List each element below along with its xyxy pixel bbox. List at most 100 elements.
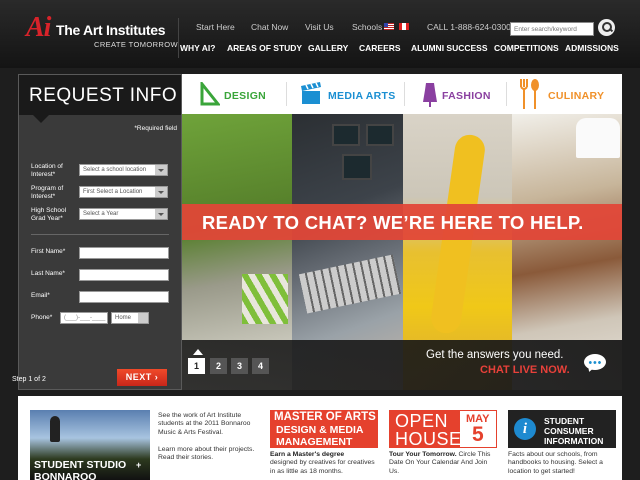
open-house-block: OPEN HOUSE: [390, 411, 462, 449]
student-studio-promo[interactable]: STUDENT STUDIO + BONNAROO: [30, 410, 150, 480]
tab-design-label: DESIGN: [224, 90, 267, 102]
tab-design[interactable]: DESIGN: [200, 74, 290, 114]
performer-figure: [50, 416, 60, 442]
nav-why-ai[interactable]: WHY AI?: [180, 43, 215, 53]
consumer-info-text: Facts about our schools, from handbooks …: [508, 451, 603, 475]
consumer-info-line3: INFORMATION: [544, 436, 604, 446]
form-divider: [31, 234, 169, 235]
hero-cta-text: Get the answers you need.: [426, 349, 564, 361]
dress-form-icon: [423, 83, 437, 107]
nav-admissions[interactable]: ADMISSIONS: [565, 43, 619, 53]
open-house-text: Tour Your Tomorrow. Circle This Date On …: [389, 451, 491, 475]
open-house-line2: HOUSE: [395, 429, 462, 449]
request-info-panel: REQUEST INFO *Required field Location of…: [18, 74, 182, 390]
tab-fashion[interactable]: FASHION: [420, 74, 500, 114]
phone-label: Phone*: [31, 314, 53, 321]
last-name-field[interactable]: [79, 269, 169, 281]
first-name-label: First Name*: [31, 248, 66, 255]
pager-button-2[interactable]: 2: [210, 358, 227, 374]
tab-separator: [506, 82, 507, 106]
grad-year-label: High School Grad Year*: [31, 207, 67, 222]
tab-fashion-label: FASHION: [442, 90, 491, 102]
header-divider: [178, 18, 179, 58]
search-input[interactable]: [510, 22, 594, 36]
visit-us-link[interactable]: Visit Us: [305, 22, 334, 32]
step-indicator: Step 1 of 2: [12, 376, 46, 383]
consumer-info-line1: STUDENT: [544, 416, 585, 426]
clapperboard-icon: [301, 82, 321, 104]
open-house-day: 5: [472, 423, 484, 446]
nav-careers[interactable]: CAREERS: [359, 43, 401, 53]
chat-now-link[interactable]: Chat Now: [251, 22, 288, 32]
nav-gallery[interactable]: GALLERY: [308, 43, 348, 53]
pager-caret-icon: [193, 349, 203, 355]
logo-tagline: CREATE TOMORROW: [94, 40, 178, 49]
site-header: Ai The Art Institutes CREATE TOMORROW St…: [0, 0, 640, 68]
next-button[interactable]: NEXT ›: [117, 369, 167, 386]
master-title-line3: MANAGEMENT: [276, 436, 353, 448]
tab-media-arts[interactable]: MEDIA ARTS: [300, 74, 396, 114]
hero-photo-detail: [366, 124, 394, 146]
site-logo[interactable]: Ai The Art Institutes CREATE TOMORROW: [26, 12, 178, 50]
tab-culinary-label: CULINARY: [548, 90, 605, 102]
chevron-down-icon: [158, 213, 164, 216]
open-house-promo[interactable]: OPEN HOUSE MAY 5: [389, 410, 497, 449]
first-name-field[interactable]: [79, 247, 169, 259]
master-title-line2: DESIGN & MEDIA: [276, 424, 364, 436]
schools-link[interactable]: Schools: [352, 22, 382, 32]
request-info-header: REQUEST INFO: [19, 75, 181, 115]
nav-competitions[interactable]: COMPETITIONS: [494, 43, 559, 53]
hero-carousel[interactable]: READY TO CHAT? WE’RE HERE TO HELP. 1 2 3…: [182, 114, 622, 390]
pager-button-4[interactable]: 4: [252, 358, 269, 374]
student-studio-title: STUDENT STUDIO: [34, 459, 127, 471]
student-studio-text: See the work of Art Institute students a…: [158, 412, 255, 462]
consumer-info-promo[interactable]: i STUDENT CONSUMER INFORMATION: [508, 410, 616, 448]
nav-alumni-success[interactable]: ALUMNI SUCCESS: [411, 43, 488, 53]
location-select[interactable]: Select a school location: [79, 164, 168, 176]
pager-button-1[interactable]: 1: [188, 358, 205, 374]
tab-separator: [286, 82, 287, 106]
required-note: *Required field: [134, 125, 177, 132]
fork-spoon-icon: [520, 79, 539, 109]
category-tabs: DESIGN MEDIA ARTS FASHION CULINARY: [182, 74, 622, 114]
chat-live-link[interactable]: CHAT LIVE NOW.: [480, 364, 570, 376]
canada-flag-icon[interactable]: [399, 23, 409, 30]
master-of-arts-promo[interactable]: MASTER OF ARTS DESIGN & MEDIA MANAGEMENT: [270, 410, 378, 448]
hero-photo-detail: [242, 274, 288, 324]
hero-photo-detail: [332, 124, 360, 146]
search-icon[interactable]: [598, 19, 615, 36]
triangle-ruler-icon: [200, 82, 220, 106]
email-label: Email*: [31, 292, 50, 299]
request-info-title: REQUEST INFO: [29, 85, 178, 106]
phone-number: CALL 1-888-624-0300: [427, 22, 511, 32]
hero-banner-text: READY TO CHAT? WE’RE HERE TO HELP.: [202, 212, 584, 233]
hero-photo-detail: [298, 254, 402, 314]
tab-media-arts-label: MEDIA ARTS: [328, 90, 396, 102]
phone-field[interactable]: (___)-___-____: [60, 312, 108, 324]
chevron-down-icon: [158, 169, 164, 172]
program-label: Program of Interest*: [31, 185, 64, 200]
plus-icon: +: [136, 460, 142, 470]
master-title-line1: MASTER OF ARTS: [274, 411, 376, 423]
location-label: Location of Interest*: [31, 163, 63, 178]
hero-photo-detail: [342, 154, 372, 180]
hero-banner: READY TO CHAT? WE’RE HERE TO HELP.: [182, 204, 622, 240]
consumer-info-line2: CONSUMER: [544, 426, 594, 436]
chevron-down-icon: [158, 191, 164, 194]
start-here-link[interactable]: Start Here: [196, 22, 235, 32]
program-select[interactable]: First Select a Location: [79, 186, 168, 198]
logo-mark: Ai: [26, 12, 51, 43]
us-flag-icon[interactable]: [384, 23, 394, 30]
master-text: Earn a Master's degree designed by creati…: [270, 451, 375, 475]
logo-name: The Art Institutes: [56, 22, 166, 38]
tab-culinary[interactable]: CULINARY: [518, 74, 608, 114]
chat-dots-icon: [588, 361, 602, 364]
last-name-label: Last Name*: [31, 270, 65, 277]
phone-type-select[interactable]: Home: [111, 312, 149, 324]
pager-button-3[interactable]: 3: [231, 358, 248, 374]
grad-year-select[interactable]: Select a Year: [79, 208, 168, 220]
tab-separator: [404, 82, 405, 106]
nav-areas-of-study[interactable]: AREAS OF STUDY: [227, 43, 302, 53]
email-field[interactable]: [79, 291, 169, 303]
bonnaroo-title: BONNAROO: [34, 471, 97, 480]
